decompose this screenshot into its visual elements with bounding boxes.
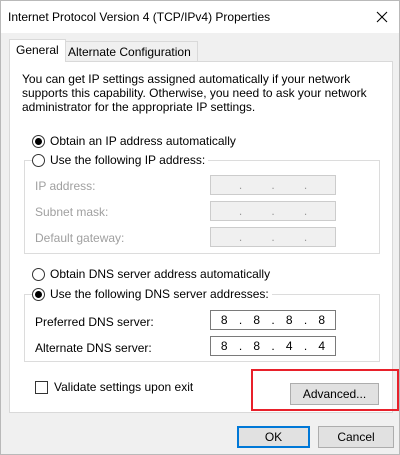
advanced-button[interactable]: Advanced... [290, 383, 379, 405]
dns-manual-radio-row[interactable]: Use the following DNS server addresses: [32, 287, 272, 301]
general-panel: You can get IP settings assigned automat… [9, 61, 393, 413]
octet-separator: . [238, 230, 243, 244]
ok-button[interactable]: OK [237, 426, 310, 448]
preferred-dns-input[interactable]: 8. 8. 8. 8 [210, 310, 336, 330]
properties-dialog: Internet Protocol Version 4 (TCP/IPv4) P… [0, 0, 400, 455]
ip-auto-radio-row[interactable]: Obtain an IP address automatically [32, 134, 239, 148]
tab-strip: General Alternate Configuration [9, 39, 393, 62]
tab-general[interactable]: General [9, 39, 66, 62]
octet[interactable]: 8 [211, 339, 238, 353]
close-button[interactable] [369, 5, 395, 29]
octet-separator: . [238, 204, 243, 218]
ip-manual-label: Use the following IP address: [50, 153, 206, 167]
octet[interactable]: 4 [276, 339, 303, 353]
alternate-dns-input[interactable]: 8. 8. 4. 4 [210, 336, 336, 356]
validate-label: Validate settings upon exit [54, 380, 194, 394]
subnet-mask-label: Subnet mask: [35, 205, 109, 219]
cancel-button[interactable]: Cancel [318, 426, 394, 448]
subnet-mask-input: . . . [210, 201, 336, 221]
octet-separator: . [303, 230, 308, 244]
dns-auto-radio-row[interactable]: Obtain DNS server address automatically [32, 267, 274, 281]
octet[interactable]: 8 [244, 313, 271, 327]
ip-manual-radio[interactable] [32, 153, 45, 167]
intro-text: You can get IP settings assigned automat… [22, 72, 367, 114]
dns-auto-label: Obtain DNS server address automatically [50, 267, 271, 281]
ip-address-label: IP address: [35, 179, 96, 193]
dns-auto-radio[interactable] [32, 267, 45, 281]
validate-checkbox-row[interactable]: Validate settings upon exit [35, 380, 193, 394]
octet-separator: . [271, 230, 275, 244]
ip-auto-label: Obtain an IP address automatically [50, 134, 236, 148]
octet[interactable]: 8 [211, 313, 238, 327]
alternate-dns-label: Alternate DNS server: [35, 341, 152, 355]
validate-checkbox[interactable] [35, 380, 48, 394]
ip-manual-radio-row[interactable]: Use the following IP address: [32, 153, 209, 167]
octet-separator: . [271, 204, 275, 218]
octet-separator: . [303, 178, 308, 192]
octet[interactable]: 8 [244, 339, 271, 353]
window-title: Internet Protocol Version 4 (TCP/IPv4) P… [8, 10, 271, 24]
dns-manual-label: Use the following DNS server addresses: [50, 287, 269, 301]
octet[interactable]: 8 [309, 313, 336, 327]
close-icon [376, 11, 388, 23]
title-bar: Internet Protocol Version 4 (TCP/IPv4) P… [1, 1, 399, 33]
octet[interactable]: 8 [276, 313, 303, 327]
ip-auto-radio[interactable] [32, 134, 45, 148]
octet-separator: . [271, 178, 275, 192]
ip-address-input: . . . [210, 175, 336, 195]
default-gateway-label: Default gateway: [35, 231, 125, 245]
octet-separator: . [238, 178, 243, 192]
tab-alternate-configuration[interactable]: Alternate Configuration [61, 41, 198, 62]
octet[interactable]: 4 [309, 339, 336, 353]
octet-separator: . [303, 204, 308, 218]
preferred-dns-label: Preferred DNS server: [35, 315, 154, 329]
dns-manual-radio[interactable] [32, 287, 45, 301]
default-gateway-input: . . . [210, 227, 336, 247]
